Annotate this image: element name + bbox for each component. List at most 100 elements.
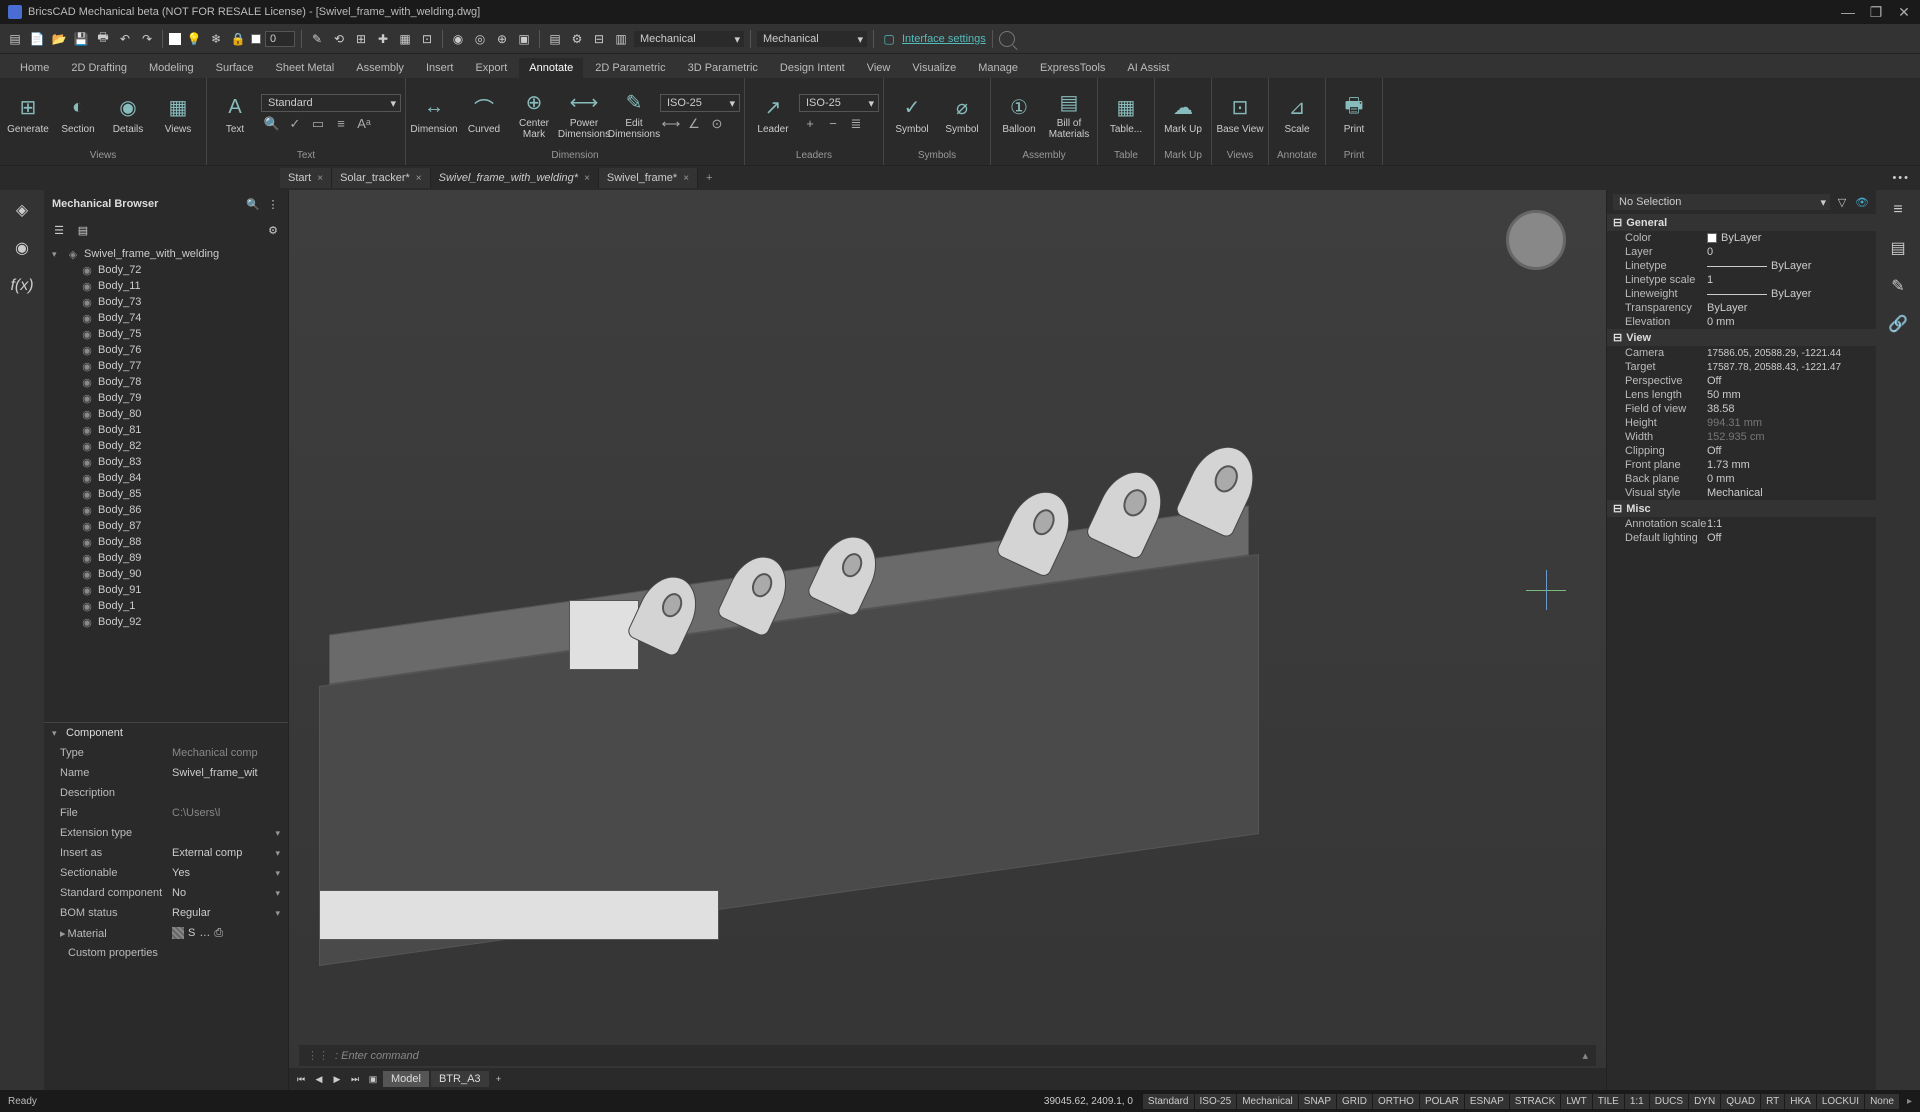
close-icon[interactable]: × <box>584 173 590 184</box>
tab-manage[interactable]: Manage <box>968 58 1028 78</box>
tree-mode-icon[interactable]: ☰ <box>52 223 66 237</box>
prop-fov-value[interactable]: 38.58 <box>1707 403 1876 415</box>
doc-tab-swivel[interactable]: Swivel_frame*× <box>599 168 698 188</box>
status-toggle[interactable]: ESNAP <box>1465 1094 1509 1109</box>
symbol-button[interactable]: ✓Symbol <box>888 86 936 142</box>
prop-section-value[interactable]: Yes▾ <box>172 867 280 879</box>
doc-tab-solar[interactable]: Solar_tracker*× <box>332 168 431 188</box>
tree-body-item[interactable]: Body_91 <box>44 582 288 598</box>
tree-body-item[interactable]: Body_92 <box>44 614 288 630</box>
component-header[interactable]: ▾ Component <box>44 723 288 743</box>
tree-body-item[interactable]: Body_80 <box>44 406 288 422</box>
layer-freeze-icon[interactable]: ❄ <box>207 30 225 48</box>
power-dim-button[interactable]: ⟷Power Dimensions <box>560 86 608 142</box>
tool-6-icon[interactable]: ⊡ <box>418 30 436 48</box>
layer-lock-icon[interactable]: 🔒 <box>229 30 247 48</box>
prop-layer-value[interactable]: 0 <box>1707 246 1876 258</box>
symbol2-button[interactable]: ⌀Symbol <box>938 86 986 142</box>
views-button[interactable]: ▦Views <box>154 86 202 142</box>
status-toggle[interactable]: None <box>1865 1094 1899 1109</box>
status-toggle[interactable]: DYN <box>1689 1094 1720 1109</box>
tree-body-item[interactable]: Body_88 <box>44 534 288 550</box>
new-icon[interactable]: 📄 <box>28 30 46 48</box>
text-align-icon[interactable]: ≡ <box>330 113 352 135</box>
prop-clipping-value[interactable]: Off <box>1707 445 1876 457</box>
viewport[interactable]: ⋮⋮ : Enter command ▴ ⏮ ◀ ▶ ⏭ ▣ Model BTR… <box>289 190 1606 1090</box>
first-tab-icon[interactable]: ⏮ <box>293 1071 309 1087</box>
print-icon[interactable]: 🖶 <box>94 30 112 48</box>
workspace-dropdown-2[interactable]: Mechanical <box>757 31 867 47</box>
save-icon[interactable]: 💾 <box>72 30 90 48</box>
markup-button[interactable]: ☁Mark Up <box>1159 86 1207 142</box>
tool-1-icon[interactable]: ✎ <box>308 30 326 48</box>
cmdline-grip-icon[interactable]: ⋮⋮ <box>307 1049 329 1062</box>
collapse-icon[interactable]: ▾ <box>52 249 62 260</box>
prop-vstyle-value[interactable]: Mechanical <box>1707 487 1876 499</box>
prop-lens-value[interactable]: 50 mm <box>1707 389 1876 401</box>
filter-icon[interactable]: ▽ <box>1834 194 1850 210</box>
status-toggle[interactable]: Standard <box>1143 1094 1194 1109</box>
open-icon[interactable]: 📂 <box>50 30 68 48</box>
search-icon[interactable] <box>999 31 1015 47</box>
tree-root[interactable]: ▾ ◈ Swivel_frame_with_welding <box>44 246 288 262</box>
tree-body-item[interactable]: Body_87 <box>44 518 288 534</box>
prop-standard-value[interactable]: No▾ <box>172 887 280 899</box>
text-field-icon[interactable]: ▭ <box>307 113 329 135</box>
dimension-button[interactable]: ↔Dimension <box>410 86 458 142</box>
table-button[interactable]: ▦Table... <box>1102 86 1150 142</box>
model-tab[interactable]: Model <box>383 1071 429 1087</box>
scale-button[interactable]: ⊿Scale <box>1273 86 1321 142</box>
prop-ltscale-value[interactable]: 1 <box>1707 274 1876 286</box>
tree-body-item[interactable]: Body_85 <box>44 486 288 502</box>
tree-body-item[interactable]: Body_89 <box>44 550 288 566</box>
doc-tab-swivel-weld[interactable]: Swivel_frame_with_welding*× <box>431 168 599 188</box>
status-toggle[interactable]: SNAP <box>1299 1094 1336 1109</box>
print-button[interactable]: 🖶Print <box>1330 86 1378 142</box>
text-button[interactable]: AText <box>211 86 259 142</box>
tool-13-icon[interactable]: ⊟ <box>590 30 608 48</box>
prop-color-value[interactable]: ByLayer <box>1707 232 1876 244</box>
tab-assembly[interactable]: Assembly <box>346 58 414 78</box>
tab-surface[interactable]: Surface <box>206 58 264 78</box>
prop-lineweight-value[interactable]: ByLayer <box>1707 288 1876 300</box>
status-toggle[interactable]: LWT <box>1561 1094 1591 1109</box>
redo-icon[interactable]: ↷ <box>138 30 156 48</box>
status-toggle[interactable]: QUAD <box>1721 1094 1760 1109</box>
prop-camera-value[interactable]: 17586.05, 20588.29, -1221.44 <box>1707 347 1876 359</box>
tree-body-item[interactable]: Body_79 <box>44 390 288 406</box>
tree-body-item[interactable]: Body_75 <box>44 326 288 342</box>
eye-icon[interactable]: 👁 <box>1854 194 1870 210</box>
status-toggle[interactable]: STRACK <box>1510 1094 1561 1109</box>
status-toggle[interactable]: ISO-25 <box>1195 1094 1237 1109</box>
prop-material-value[interactable]: S…⎙ <box>172 927 280 940</box>
prop-ext-value[interactable]: ▾ <box>172 828 280 839</box>
close-icon[interactable]: × <box>683 173 689 184</box>
tool-3-icon[interactable]: ⊞ <box>352 30 370 48</box>
settings-icon[interactable]: ⚙ <box>266 223 280 237</box>
tree-body-item[interactable]: Body_83 <box>44 454 288 470</box>
status-toggle[interactable]: DUCS <box>1650 1094 1688 1109</box>
view-cube[interactable] <box>1506 210 1566 270</box>
tree-body-item[interactable]: Body_90 <box>44 566 288 582</box>
view-header[interactable]: ⊟View <box>1607 329 1876 346</box>
tool-7-icon[interactable]: ◉ <box>449 30 467 48</box>
cmdline-expand-icon[interactable]: ▴ <box>1582 1049 1588 1062</box>
add-layout-icon[interactable]: + <box>491 1071 507 1087</box>
prop-back-value[interactable]: 0 mm <box>1707 473 1876 485</box>
status-toggle[interactable]: GRID <box>1337 1094 1372 1109</box>
general-header[interactable]: ⊟General <box>1607 214 1876 231</box>
section-button[interactable]: ◐Section <box>54 86 102 142</box>
tab-insert[interactable]: Insert <box>416 58 464 78</box>
status-toggle[interactable]: 1:1 <box>1625 1094 1649 1109</box>
leader-style-select[interactable]: ISO-25 <box>799 94 879 112</box>
status-toggle[interactable]: TILE <box>1593 1094 1624 1109</box>
last-tab-icon[interactable]: ⏭ <box>347 1071 363 1087</box>
flat-mode-icon[interactable]: ▤ <box>76 223 90 237</box>
tree-body-item[interactable]: Body_74 <box>44 310 288 326</box>
mech-browser-icon[interactable]: ◈ <box>10 198 34 222</box>
tab-annotate[interactable]: Annotate <box>519 58 583 78</box>
text-style-icon[interactable]: Aᵃ <box>353 113 375 135</box>
curved-button[interactable]: ⌒Curved <box>460 86 508 142</box>
tree-body-item[interactable]: Body_1 <box>44 598 288 614</box>
layers-icon[interactable]: ▤ <box>1886 236 1910 260</box>
